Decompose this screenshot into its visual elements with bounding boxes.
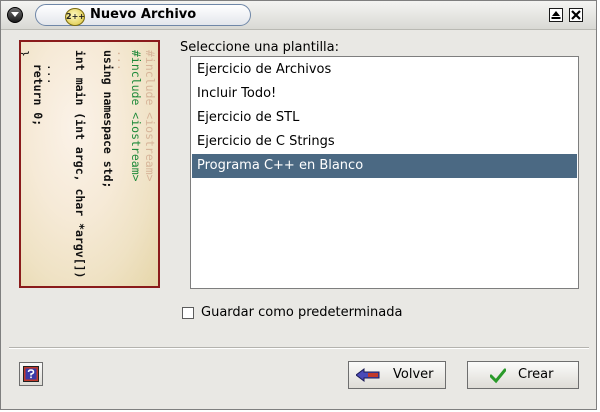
- title-pill: 2++ Nuevo Archivo: [35, 4, 251, 26]
- code-line: ...: [45, 50, 59, 85]
- save-default-label[interactable]: Guardar como predeterminada: [201, 305, 402, 320]
- close-icon[interactable]: [569, 8, 583, 22]
- code-line: using namespace std;: [101, 50, 115, 189]
- code-line: }: [21, 50, 31, 57]
- arrow-left-icon: [356, 368, 380, 382]
- button-separator: [9, 347, 589, 349]
- window-title: Nuevo Archivo: [90, 7, 197, 22]
- maximize-icon[interactable]: [549, 8, 563, 22]
- code-line: #include <iostream>: [129, 50, 143, 182]
- create-button-label: Crear: [518, 367, 554, 382]
- app-icon: 2++: [65, 8, 85, 26]
- banner-code-snippet: #include <iostream> #include <iostream> …: [21, 50, 157, 288]
- template-listbox[interactable]: Ejercicio de Archivos Incluir Todo! Ejer…: [190, 56, 579, 289]
- template-list-label: Seleccione una plantilla:: [180, 40, 340, 55]
- back-button-label: Volver: [393, 367, 434, 382]
- window-menu-icon[interactable]: [7, 7, 23, 23]
- help-icon: [23, 366, 39, 382]
- template-item-programa-blanco[interactable]: Programa C++ en Blanco: [192, 154, 577, 178]
- template-item-ejercicio-stl[interactable]: Ejercicio de STL: [192, 106, 577, 130]
- back-button[interactable]: Volver: [348, 361, 446, 389]
- title-bar[interactable]: 2++ Nuevo Archivo: [1, 1, 596, 30]
- code-line: #include <iostream>: [143, 50, 157, 182]
- template-item-ejercicio-archivos[interactable]: Ejercicio de Archivos: [192, 58, 577, 82]
- code-line: return 0;: [31, 50, 45, 127]
- save-default-checkbox[interactable]: [182, 307, 194, 319]
- create-button[interactable]: Crear: [467, 361, 579, 389]
- template-banner-image: #include <iostream> #include <iostream> …: [19, 40, 160, 288]
- checkmark-icon: [490, 368, 506, 384]
- template-item-ejercicio-c-strings[interactable]: Ejercicio de C Strings: [192, 130, 577, 154]
- code-line: ...: [115, 50, 129, 71]
- template-item-incluir-todo[interactable]: Incluir Todo!: [192, 82, 577, 106]
- help-button[interactable]: [19, 362, 43, 386]
- new-file-dialog: 2++ Nuevo Archivo #include <iostream> #i…: [0, 0, 597, 410]
- code-line: int main (int argc, char *argv[]) {: [73, 50, 87, 288]
